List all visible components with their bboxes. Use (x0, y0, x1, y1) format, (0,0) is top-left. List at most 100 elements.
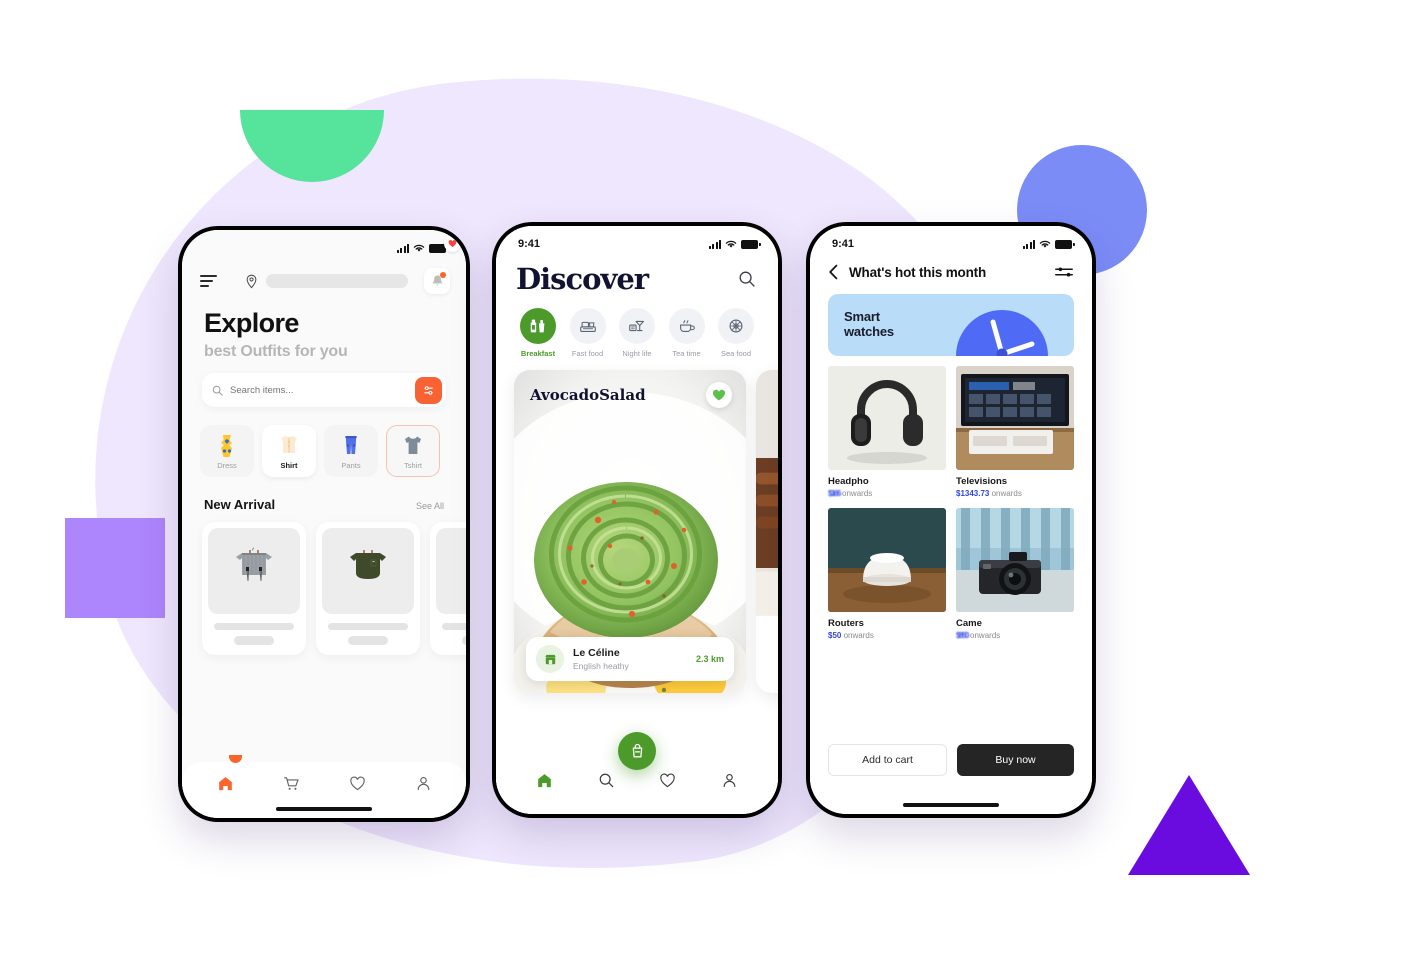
breakfast-icon (530, 319, 545, 333)
hamburger-icon[interactable] (200, 275, 217, 287)
cart-icon[interactable] (283, 775, 300, 792)
price-value: $850 (956, 631, 969, 640)
teatime-icon (679, 320, 695, 332)
filter-icon (424, 386, 433, 395)
category-label: Sea food (720, 349, 752, 358)
buy-now-button[interactable]: Buy now (957, 744, 1074, 776)
price-value: $50 (828, 631, 842, 640)
product-card[interactable] (316, 522, 420, 656)
category-icon-wrap (718, 308, 754, 344)
category-chip-shirt[interactable]: Shirt (262, 425, 316, 478)
product-televisions[interactable]: Televisions $1343.73 onwards (956, 366, 1074, 498)
category-icon-wrap (619, 308, 655, 344)
chip-label: Tshirt (404, 460, 422, 470)
signal-icon (708, 239, 721, 249)
clock-hands-icon (990, 319, 1035, 356)
page-title: What's hot this month (849, 264, 986, 280)
product-price-placeholder (347, 636, 389, 646)
grey-tshirt-photo (236, 547, 272, 582)
phone-mockup-whats-hot: 9:41 What's hot this month Smart watches… (806, 222, 1096, 818)
headphones-photo (828, 366, 946, 470)
heart-icon (712, 389, 726, 401)
filter-button[interactable] (415, 376, 442, 404)
banner-title: Smart watches (844, 309, 894, 339)
product-image (828, 508, 946, 612)
food-card-avocado-salad[interactable]: AvocadoSalad Le Céline English heathy 2.… (514, 370, 746, 693)
clock-icon (956, 310, 1048, 356)
favorite-badge[interactable] (444, 235, 461, 252)
chip-label: Dress (217, 460, 237, 470)
add-to-cart-button[interactable]: Add to cart (828, 744, 947, 776)
home-icon[interactable] (217, 775, 234, 792)
home-icon[interactable] (536, 772, 553, 789)
heart-icon[interactable] (349, 775, 366, 792)
person-icon[interactable] (415, 775, 432, 792)
product-price: $50 onwards (828, 631, 946, 640)
product-image (322, 528, 414, 615)
smart-watches-banner[interactable]: Smart watches (828, 294, 1074, 356)
heart-icon[interactable] (659, 772, 676, 789)
product-grid: Headpho $166 onwards Televisions $1343.7… (810, 356, 1092, 640)
grilled-food-photo (756, 370, 778, 616)
product-card-peek[interactable] (430, 522, 466, 656)
location-input[interactable] (266, 274, 408, 288)
favorite-button[interactable] (706, 382, 732, 408)
product-headphones[interactable]: Headpho $166 onwards (828, 366, 946, 498)
search-input[interactable] (223, 384, 415, 396)
green-tshirt-photo (350, 550, 386, 580)
see-all-link[interactable]: See All (416, 501, 444, 511)
seafood-icon (729, 319, 743, 333)
chip-label: Shirt (280, 460, 298, 470)
store-icon-wrap (536, 645, 564, 673)
price-value: $1343.73 (956, 489, 990, 498)
violet-triangle-shape (1128, 775, 1250, 875)
product-name-placeholder (214, 623, 294, 631)
category-tea-time[interactable]: Tea time (663, 308, 711, 358)
food-card-next[interactable] (756, 370, 778, 693)
restaurant-card[interactable]: Le Céline English heathy 2.3 km (526, 637, 734, 681)
store-icon (544, 654, 556, 664)
status-time: 9:41 (518, 238, 541, 250)
order-fab-button[interactable] (618, 732, 656, 770)
product-card[interactable] (202, 235, 461, 656)
product-price: $166 onwards (828, 489, 946, 498)
battery-icon (741, 239, 761, 249)
dress-icon (221, 434, 232, 457)
category-chip-dress[interactable]: Dress (200, 425, 254, 478)
product-routers[interactable]: Routers $50 onwards (828, 508, 946, 640)
category-icon-wrap (569, 308, 606, 344)
food-category-list: Breakfast Fast food Night life Tea time … (496, 296, 778, 358)
television-photo (956, 366, 1074, 470)
product-card-list (182, 235, 466, 656)
fastfood-icon (579, 321, 596, 332)
pants-icon (345, 435, 357, 454)
price-suffix: onwards (970, 631, 1001, 640)
product-price-placeholder (233, 636, 275, 646)
category-fast-food[interactable]: Fast food (564, 308, 612, 358)
search-icon[interactable] (598, 772, 615, 789)
price-suffix: onwards (843, 631, 874, 640)
product-price: $850 onwards (956, 631, 1074, 640)
category-sea-food[interactable]: Sea food (712, 308, 760, 358)
category-chip-tshirt[interactable]: Tshirt (386, 425, 440, 478)
category-chip-list: Dress Shirt Pants Tshirt (182, 407, 466, 478)
category-chip-pants[interactable]: Pants (324, 425, 378, 478)
product-image (956, 366, 1074, 470)
purple-square-shape (65, 518, 165, 618)
product-name: Televisions (956, 476, 1008, 487)
chevron-left-icon[interactable] (828, 264, 839, 280)
page-title: Explore (204, 308, 299, 338)
search-icon[interactable] (738, 270, 756, 288)
category-breakfast[interactable]: Breakfast (514, 308, 562, 358)
nightlife-icon (629, 320, 644, 332)
section-title: New Arrival (204, 497, 276, 513)
notification-bell-button[interactable] (424, 268, 450, 294)
category-night-life[interactable]: Night life (613, 308, 661, 358)
product-camera[interactable]: Came $850 onwards (956, 508, 1074, 640)
product-name-placeholder (442, 623, 466, 631)
sliders-icon[interactable] (1054, 264, 1074, 280)
restaurant-distance: 2.3 km (695, 654, 724, 664)
price-suffix: onwards (842, 489, 873, 498)
person-icon[interactable] (721, 772, 738, 789)
signal-icon (1022, 239, 1035, 249)
